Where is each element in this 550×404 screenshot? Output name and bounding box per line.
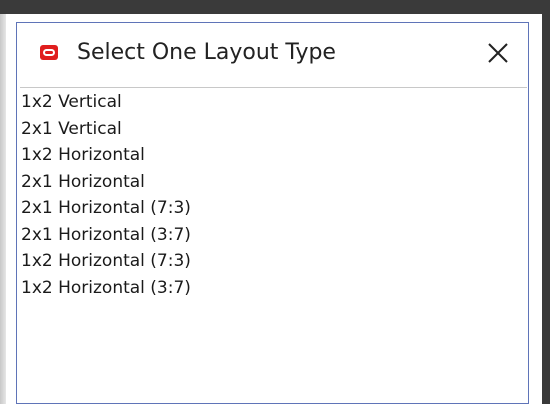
close-icon	[488, 43, 508, 63]
list-item[interactable]: 1x2 Vertical	[20, 89, 527, 116]
dialog-titlebar[interactable]: Select One Layout Type	[17, 23, 528, 85]
background-window-edge	[542, 0, 550, 404]
close-button[interactable]	[478, 33, 518, 73]
dialog-title: Select One Layout Type	[77, 40, 336, 65]
list-item[interactable]: 2x1 Vertical	[20, 116, 527, 143]
list-item[interactable]: 2x1 Horizontal	[20, 169, 527, 196]
list-item[interactable]: 1x2 Horizontal (7:3)	[20, 248, 527, 275]
background-left-edge	[0, 14, 6, 404]
oracle-app-icon	[40, 45, 58, 60]
list-item[interactable]: 1x2 Horizontal	[20, 142, 527, 169]
list-item[interactable]: 2x1 Horizontal (7:3)	[20, 195, 527, 222]
screen: Select One Layout Type 1x2 Vertical 2x1 …	[0, 0, 550, 404]
list-item[interactable]: 2x1 Horizontal (3:7)	[20, 222, 527, 249]
background-window-band	[0, 0, 550, 14]
layout-type-dialog: Select One Layout Type 1x2 Vertical 2x1 …	[16, 22, 529, 404]
layout-type-list[interactable]: 1x2 Vertical 2x1 Vertical 1x2 Horizontal…	[20, 87, 527, 403]
list-item[interactable]: 1x2 Horizontal (3:7)	[20, 275, 527, 302]
